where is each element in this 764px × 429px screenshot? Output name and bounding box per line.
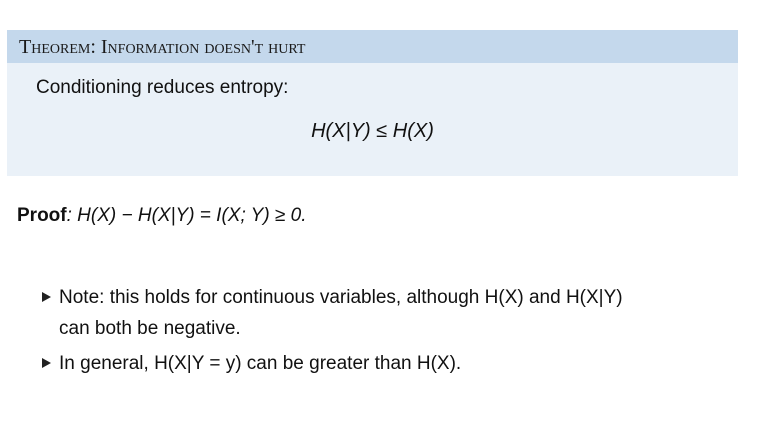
list-item: Note: this holds for continuous variable… [42,282,623,344]
bullet-list: Note: this holds for continuous variable… [42,282,623,383]
bullet-text: Note: this holds for continuous variable… [59,287,623,308]
proof-label: Proof [17,205,67,226]
bullet-triangle-icon [42,358,51,368]
proof: Proof: H(X) − H(X|Y) = I(X; Y) ≥ 0. [17,205,307,227]
proof-text: : H(X) − H(X|Y) = I(X; Y) ≥ 0. [66,205,307,226]
bullet-triangle-icon [42,292,51,302]
theorem-block: Theorem: Information doesn't hurt Condit… [7,30,738,176]
theorem-title: Theorem: Information doesn't hurt [7,30,738,63]
list-item: In general, H(X|Y = y) can be greater th… [42,348,623,379]
bullet-text-continued: can both be negative. [59,318,241,339]
theorem-equation: H(X|Y) ≤ H(X) [311,120,434,142]
bullet-text: In general, H(X|Y = y) can be greater th… [59,353,462,374]
theorem-statement: Conditioning reduces entropy: [36,77,289,98]
